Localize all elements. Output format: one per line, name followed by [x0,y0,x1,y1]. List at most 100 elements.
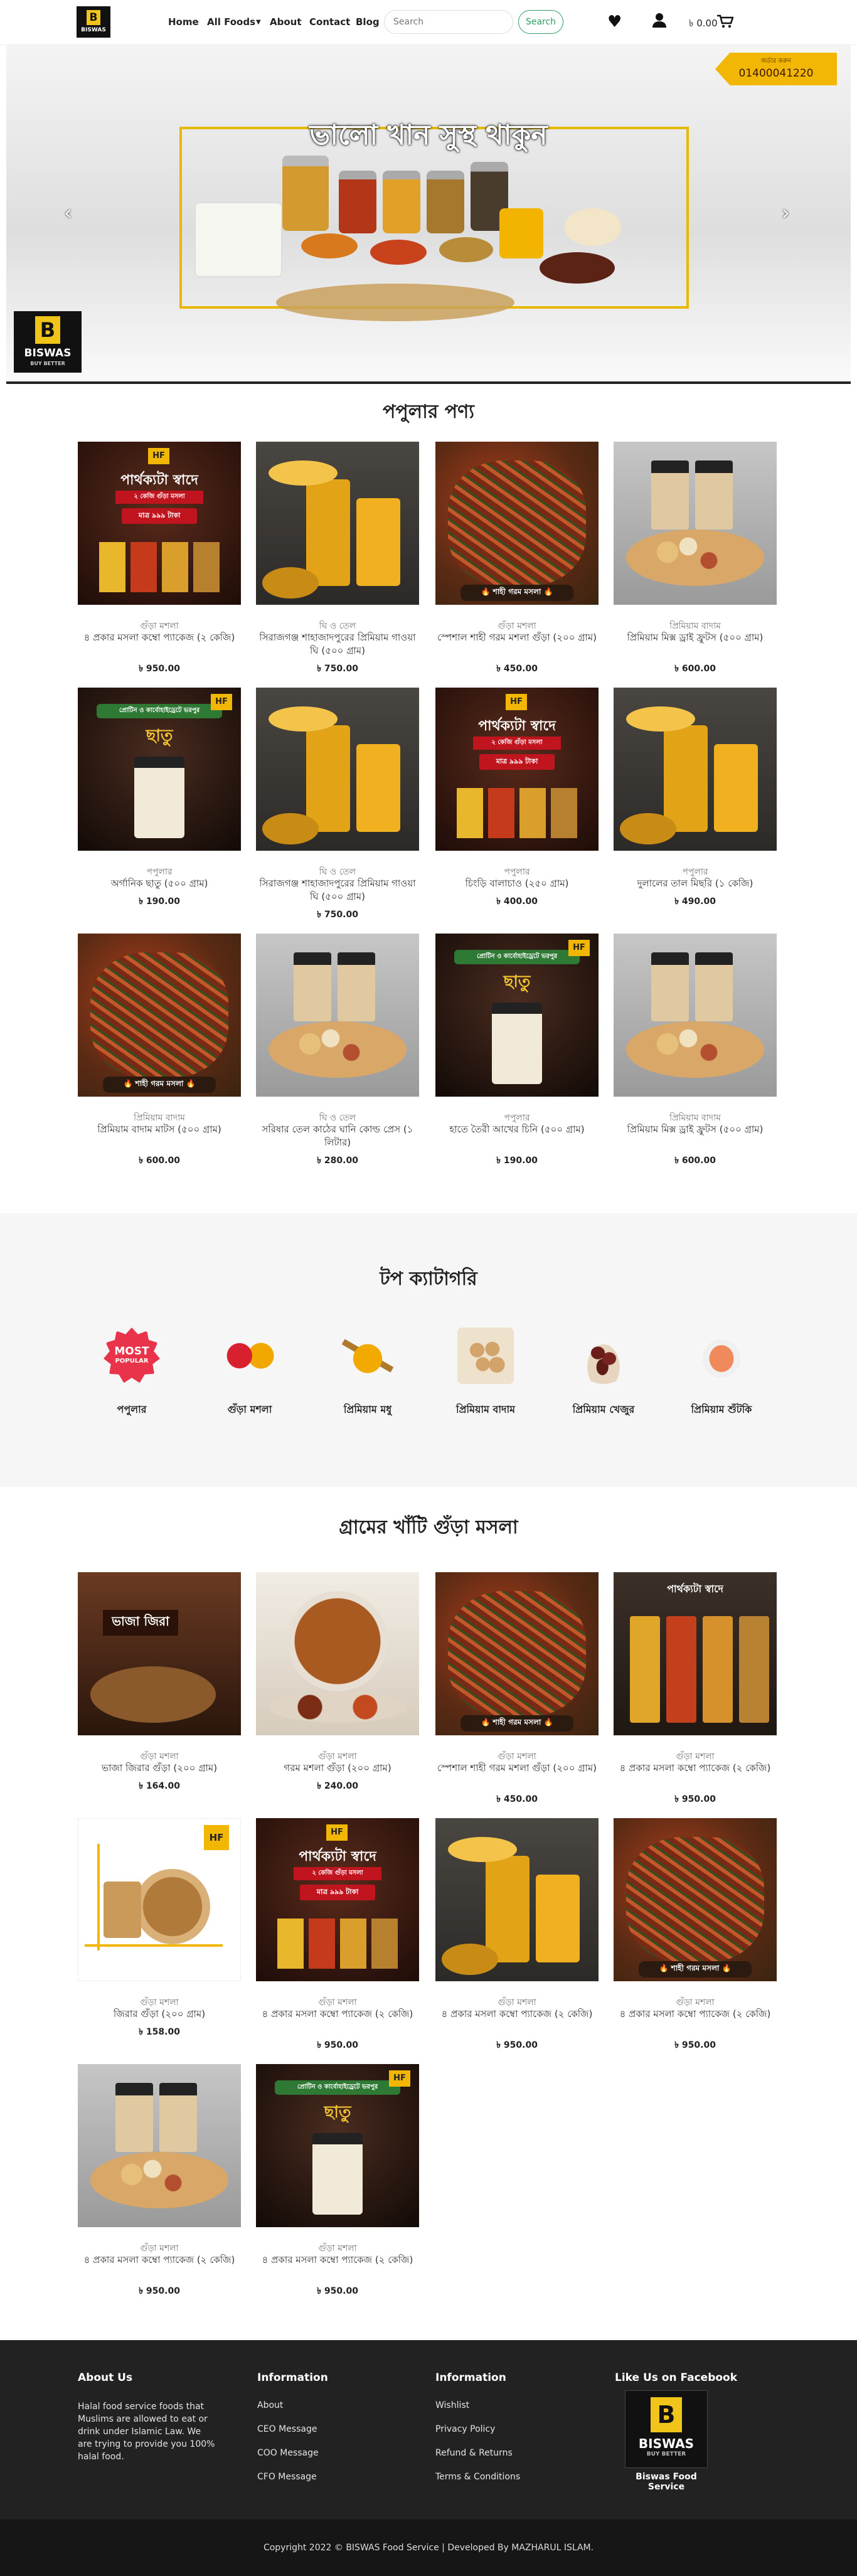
facebook-page-logo[interactable]: B BISWAS BUY BETTER [625,2390,708,2468]
product-name[interactable]: ৪ প্রকার মসলা কম্বো প্যাকেজ (২ কেজি) [614,1762,777,1775]
product-image[interactable] [435,1818,599,1981]
product-image[interactable]: প্রোটিন ও কার্বোহাইড্রেটে ভরপুর ছাতু HF [256,2064,419,2227]
category-dried-fish[interactable]: প্রিমিয়াম শুঁটকি [671,1328,772,1428]
category-popular[interactable]: MOST POPULAR পপুলার [82,1328,182,1428]
product-name[interactable]: ৪ প্রকার মসলা কম্বো প্যাকেজ (২ কেজি) [78,2254,241,2267]
product-image[interactable] [614,934,777,1097]
footer-link-refund[interactable]: Refund & Returns [435,2448,520,2458]
product-card[interactable]: প্রিমিয়াম বাদাম প্রিমিয়াম মিক্স ড্রাই ফ… [614,442,777,681]
product-card[interactable]: প্রিমিয়াম বাদাম প্রিমিয়াম মিক্স ড্রাই ফ… [614,934,777,1173]
product-image[interactable]: প্রোটিন ও কার্বোহাইড্রেটে ভরপুর ছাতু HF [78,688,241,851]
product-card[interactable]: 🔥 শাহী গরম মসলা 🔥 গুঁড়া মশলা স্পেশাল শাহী… [435,442,599,681]
product-image[interactable] [256,442,419,605]
footer-link-ceo[interactable]: CEO Message [257,2424,328,2434]
nav-home[interactable]: Home [168,16,199,28]
product-image[interactable] [256,934,419,1097]
product-name[interactable]: স্পেশাল শাহী গরম মশলা গুঁড়া (২০০ গ্রাম) [435,1762,599,1775]
product-name[interactable]: ৪ প্রকার মসলা কম্বো প্যাকেজ (২ কেজি) [256,2254,419,2267]
product-name[interactable]: হাতে তৈরী আখের চিনি (৫০০ গ্রাম) [435,1123,599,1136]
product-image[interactable]: 🔥 শাহী গরম মসলা 🔥 [435,442,599,605]
product-image[interactable]: 🔥 শাহী গরম মসলা 🔥 [614,1818,777,1981]
product-image[interactable]: 🔥 শাহী গরম মসলা 🔥 [78,934,241,1097]
product-card[interactable]: 🔥 শাহী গরম মসলা 🔥 গুঁড়া মশলা ৪ প্রকার মসল… [614,1818,777,2058]
product-name[interactable]: ৪ প্রকার মসলা কম্বো প্যাকেজ (২ কেজি) [435,2008,599,2021]
user-icon[interactable] [652,13,666,32]
product-name[interactable]: ৪ প্রকার মসলা কম্বো প্যাকেজ (২ কেজি) [78,631,241,644]
product-image[interactable] [78,2064,241,2227]
product-image[interactable]: পার্থক্যটা স্বাদে ২ কেজি গুঁড়া মসলা মাত্র… [435,688,599,851]
cart-amount[interactable]: ৳ 0.00 [689,16,718,32]
product-image[interactable] [256,688,419,851]
product-card[interactable]: পার্থক্যটা স্বাদে ২ কেজি গুঁড়া মসলা মাত্র… [78,442,241,681]
category-dates[interactable]: প্রিমিয়াম খেজুর [553,1328,654,1428]
product-card[interactable]: 🔥 শাহী গরম মসলা 🔥 প্রিমিয়াম বাদাম প্রিমিয… [78,934,241,1173]
product-image[interactable]: প্রোটিন ও কার্বোহাইড্রেটে ভরপুর ছাতু HF [435,934,599,1097]
footer-link-terms[interactable]: Terms & Conditions [435,2472,520,2482]
category-honey[interactable]: প্রিমিয়াম মধু [317,1328,418,1428]
product-card[interactable]: ঘি ও তেল সিরাজগঞ্জ শাহাজাদপুরের প্রিমিয়া… [256,442,419,681]
product-card[interactable]: পার্থক্যটা স্বাদে গুঁড়া মশলা ৪ প্রকার মসল… [614,1572,777,1812]
product-card[interactable]: HF গুঁড়া মশলা জিরার গুঁড়া (২০০ গ্রাম) ৳ 1… [78,1818,241,2058]
site-logo[interactable]: B BISWAS [77,6,110,38]
chevron-down-icon[interactable]: ▼ [256,19,261,26]
product-name[interactable]: দুলালের তাল মিছরি (১ কেজি) [614,877,777,890]
nav-contact[interactable]: Contact [309,16,350,28]
order-ribbon[interactable]: অর্ডার করুন 01400041220 [715,53,837,85]
product-image[interactable]: ভাজা জিরা [78,1572,241,1735]
search-button[interactable]: Search [518,10,563,34]
product-name[interactable]: সরিষার তেল কাঠের ঘানি কোল্ড প্রেস (১ লিট… [256,1123,419,1149]
product-card[interactable]: 🔥 শাহী গরম মসলা 🔥 গুঁড়া মশলা স্পেশাল শাহী… [435,1572,599,1812]
category-spice-powder[interactable]: গুঁড়া মশলা [200,1328,300,1428]
overlay-price: মাত্র ৯৯৯ টাকা [300,1885,375,1900]
product-card[interactable]: প্রোটিন ও কার্বোহাইড্রেটে ভরপুর ছাতু HF পপু… [435,934,599,1173]
product-image[interactable] [614,442,777,605]
hero-prev-arrow-icon[interactable]: ‹ [64,201,72,225]
footer-link-coo[interactable]: COO Message [257,2448,328,2458]
category-nuts[interactable]: প্রিমিয়াম বাদাম [435,1328,536,1428]
product-name[interactable]: সিরাজগঞ্জ শাহাজাদপুরের প্রিমিয়াম গাওয়া… [256,631,419,657]
product-name[interactable]: প্রিমিয়াম মিক্স ড্রাই ফ্রুটস (৫০০ গ্রাম… [614,1123,777,1136]
product-name[interactable]: চিংড়ি বালাচাও (২৫০ গ্রাম) [435,877,599,890]
product-image[interactable]: পার্থক্যটা স্বাদে ২ কেজি গুঁড়া মসলা মাত্র… [256,1818,419,1981]
product-name[interactable]: ৪ প্রকার মসলা কম্বো প্যাকেজ (২ কেজি) [256,2008,419,2021]
product-image[interactable]: পার্থক্যটা স্বাদে [614,1572,777,1735]
product-card[interactable]: ঘি ও তেল সরিষার তেল কাঠের ঘানি কোল্ড প্রে… [256,934,419,1173]
product-name[interactable]: গরম মশলা গুঁড়া (২০০ গ্রাম) [256,1762,419,1775]
footer-link-privacy[interactable]: Privacy Policy [435,2424,520,2434]
product-image[interactable]: HF [78,1818,241,1981]
search-input[interactable] [384,10,513,34]
product-name[interactable]: প্রিমিয়াম মিক্স ড্রাই ফ্রুটস (৫০০ গ্রাম… [614,631,777,644]
facebook-page-name[interactable]: Biswas Food Service [619,2472,714,2492]
product-name[interactable]: প্রিমিয়াম বাদাম মাটস (৫০০ গ্রাম) [78,1123,241,1136]
product-name[interactable]: অর্গানিক ছাতু (৫০০ গ্রাম) [78,877,241,890]
product-image[interactable] [256,1572,419,1735]
heart-icon[interactable]: ♥ [607,13,622,31]
product-name[interactable]: ভাজা জিরার গুঁড়া (২০০ গ্রাম) [78,1762,241,1775]
product-card[interactable]: গুঁড়া মশলা গরম মশলা গুঁড়া (২০০ গ্রাম) ৳ … [256,1572,419,1812]
product-card[interactable]: গুঁড়া মশলা ৪ প্রকার মসলা কম্বো প্যাকেজ (… [435,1818,599,2058]
product-name[interactable]: স্পেশাল শাহী গরম মশলা গুঁড়া (২০০ গ্রাম) [435,631,599,644]
nav-all-foods[interactable]: All Foods [207,16,255,28]
product-image[interactable]: 🔥 শাহী গরম মসলা 🔥 [435,1572,599,1735]
product-image[interactable] [614,688,777,851]
product-name[interactable]: ৪ প্রকার মসলা কম্বো প্যাকেজ (২ কেজি) [614,2008,777,2021]
nav-about[interactable]: About [270,16,302,28]
footer-link-about[interactable]: About [257,2400,328,2410]
cart-icon[interactable] [717,14,734,33]
product-card[interactable]: পার্থক্যটা স্বাদে ২ কেজি গুঁড়া মসলা মাত্র… [435,688,599,927]
product-card[interactable]: ঘি ও তেল সিরাজগঞ্জ শাহাজাদপুরের প্রিমিয়া… [256,688,419,927]
hero-banner[interactable]: ভালো খান সুস্থ থাকুন অর্ডার করুন 0140004… [6,45,851,384]
product-card[interactable]: পপুলার দুলালের তাল মিছরি (১ কেজি) ৳ 490.00 [614,688,777,927]
hero-next-arrow-icon[interactable]: › [782,201,790,225]
product-name[interactable]: জিরার গুঁড়া (২০০ গ্রাম) [78,2008,241,2021]
product-card[interactable]: পার্থক্যটা স্বাদে ২ কেজি গুঁড়া মসলা মাত্র… [256,1818,419,2058]
product-card[interactable]: ভাজা জিরা গুঁড়া মশলা ভাজা জিরার গুঁড়া (২… [78,1572,241,1812]
nav-blog[interactable]: Blog [356,16,380,28]
product-image[interactable]: পার্থক্যটা স্বাদে ২ কেজি গুঁড়া মসলা মাত্র… [78,442,241,605]
footer-link-cfo[interactable]: CFO Message [257,2472,328,2482]
product-name[interactable]: সিরাজগঞ্জ শাহাজাদপুরের প্রিমিয়াম গাওয়া… [256,877,419,903]
footer-link-wishlist[interactable]: Wishlist [435,2400,520,2410]
product-card[interactable]: গুঁড়া মশলা ৪ প্রকার মসলা কম্বো প্যাকেজ (… [78,2064,241,2304]
product-card[interactable]: প্রোটিন ও কার্বোহাইড্রেটে ভরপুর ছাতু HF পপু… [78,688,241,927]
product-card[interactable]: প্রোটিন ও কার্বোহাইড্রেটে ভরপুর ছাতু HF গুঁ… [256,2064,419,2304]
